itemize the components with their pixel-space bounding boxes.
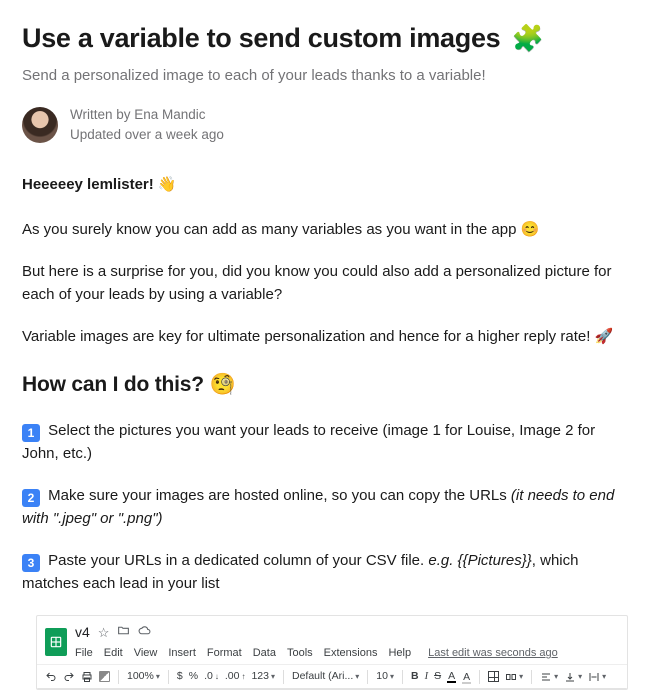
currency-button[interactable]: $: [177, 669, 183, 685]
step-1: 1 Select the pictures you want your lead…: [22, 420, 628, 465]
menu-file[interactable]: File: [75, 645, 93, 662]
monocle-icon: 🧐: [210, 373, 236, 396]
wave-icon: 👋: [158, 176, 177, 193]
menu-help[interactable]: Help: [388, 645, 411, 662]
page-title: Use a variable to send custom images 🧩: [22, 18, 628, 59]
undo-icon[interactable]: [45, 671, 57, 683]
sheet-filename[interactable]: v4: [75, 622, 90, 643]
step-3: 3 Paste your URLs in a dedicated column …: [22, 550, 628, 595]
fontsize-select[interactable]: 10▾: [376, 669, 394, 685]
author-written-by: Written by Ena Mandic: [70, 105, 224, 125]
sheet-menubar: File Edit View Insert Format Data Tools …: [75, 645, 558, 662]
merge-button[interactable]: ▾: [505, 671, 523, 683]
menu-edit[interactable]: Edit: [104, 645, 123, 662]
sheets-logo-icon: [45, 628, 67, 656]
menu-tools[interactable]: Tools: [287, 645, 313, 662]
menu-extensions[interactable]: Extensions: [324, 645, 378, 662]
zoom-select[interactable]: 100%▾: [127, 669, 160, 685]
dec-decrease-button[interactable]: .0↓: [204, 669, 219, 685]
author-block: Written by Ena Mandic Updated over a wee…: [22, 105, 628, 144]
folder-move-icon[interactable]: [117, 623, 130, 643]
author-text: Written by Ena Mandic Updated over a wee…: [70, 105, 224, 144]
puzzle-icon: 🧩: [512, 23, 544, 53]
step-2: 2 Make sure your images are hosted onlin…: [22, 485, 628, 530]
percent-button[interactable]: %: [189, 669, 198, 685]
rocket-icon: 🚀: [595, 328, 614, 345]
numfmt-select[interactable]: 123▾: [251, 669, 275, 685]
print-icon[interactable]: [81, 671, 93, 683]
step-badge-1: 1: [22, 424, 40, 442]
bold-button[interactable]: B: [411, 669, 419, 685]
menu-format[interactable]: Format: [207, 645, 242, 662]
section-heading: How can I do this? 🧐: [22, 369, 628, 401]
italic-button[interactable]: I: [425, 669, 429, 685]
cloud-icon[interactable]: [138, 623, 151, 643]
fill-color-button[interactable]: A: [462, 672, 471, 682]
spreadsheet-embed: v4 ☆ File Edit View Insert Format Data T…: [36, 615, 628, 690]
avatar: [22, 107, 58, 143]
author-updated: Updated over a week ago: [70, 125, 224, 145]
step-3-hint: e.g. {{Pictures}}: [428, 552, 531, 569]
menu-data[interactable]: Data: [253, 645, 276, 662]
sheet-titlebar: v4 ☆: [75, 622, 558, 643]
paragraph-3: Variable images are key for ultimate per…: [22, 326, 628, 349]
menu-view[interactable]: View: [134, 645, 158, 662]
page-subtitle: Send a personalized image to each of you…: [22, 65, 628, 88]
redo-icon[interactable]: [63, 671, 75, 683]
last-edit-link[interactable]: Last edit was seconds ago: [428, 645, 558, 662]
text-color-button[interactable]: A: [447, 671, 456, 683]
greeting: Heeeeey lemlister! 👋: [22, 174, 628, 197]
star-icon[interactable]: ☆: [98, 623, 110, 643]
menu-insert[interactable]: Insert: [168, 645, 196, 662]
strike-button[interactable]: S: [434, 669, 441, 685]
smile-icon: 😊: [521, 221, 540, 238]
step-badge-3: 3: [22, 554, 40, 572]
font-select[interactable]: Default (Ari...▾: [292, 669, 359, 685]
dec-increase-button[interactable]: .00↑: [225, 669, 246, 685]
page-title-text: Use a variable to send custom images: [22, 23, 500, 53]
step-badge-2: 2: [22, 489, 40, 507]
borders-button[interactable]: [488, 671, 499, 682]
wrap-button[interactable]: ▾: [588, 671, 606, 683]
valign-button[interactable]: ▾: [564, 671, 582, 683]
halign-button[interactable]: ▾: [540, 671, 558, 683]
paragraph-1: As you surely know you can add as many v…: [22, 219, 628, 242]
paint-format-icon[interactable]: [99, 671, 110, 682]
sheet-toolbar: 100%▾ $ % .0↓ .00↑ 123▾ Default (Ari...▾…: [37, 664, 627, 690]
article-body: Heeeeey lemlister! 👋 As you surely know …: [22, 174, 628, 690]
paragraph-2: But here is a surprise for you, did you …: [22, 261, 628, 306]
